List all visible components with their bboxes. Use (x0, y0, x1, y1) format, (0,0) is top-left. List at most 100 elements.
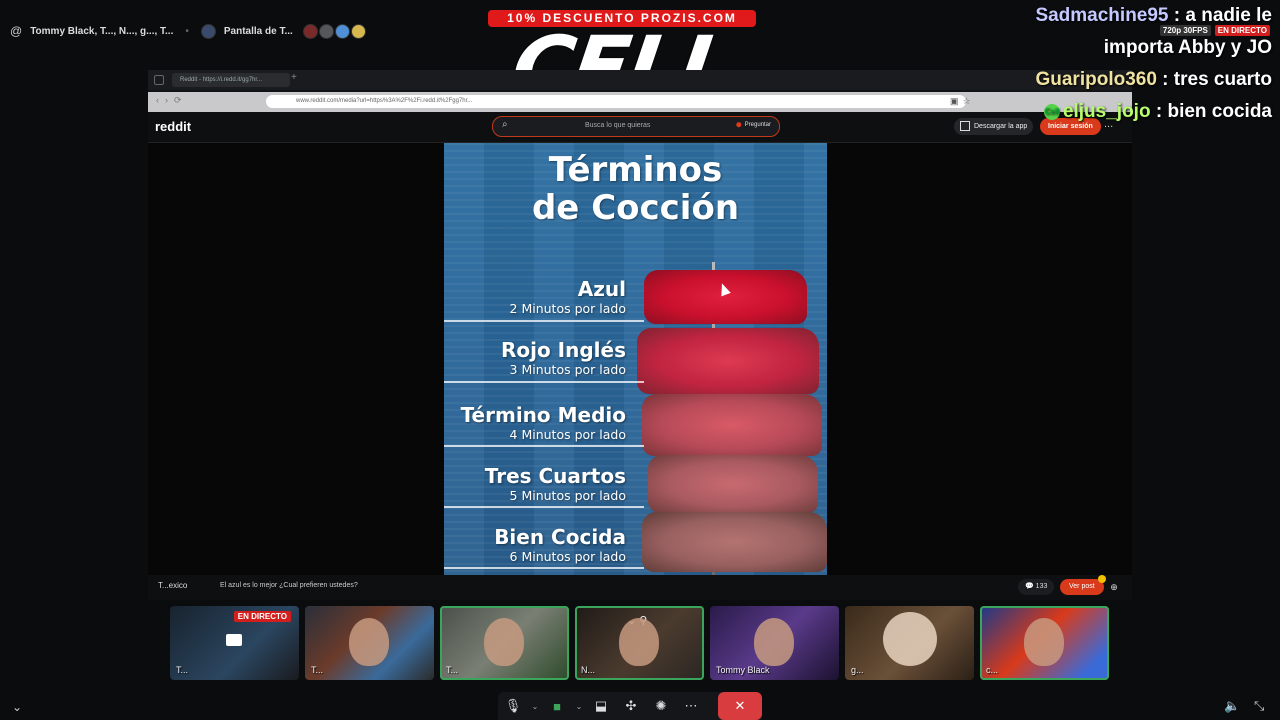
term-time: 6 Minutos por lado (509, 549, 626, 564)
mic-options-chevron-icon[interactable]: ⌄ (528, 692, 542, 720)
comments-count: 133 (1035, 583, 1048, 590)
stream-label[interactable]: Pantalla de T... (224, 26, 293, 37)
participant-tile[interactable]: ⌄ ⚲ N... (575, 606, 704, 680)
term-time: 5 Minutos por lado (509, 488, 626, 503)
participant-name: c... (986, 665, 999, 675)
steak-rojo-ingles (637, 328, 819, 394)
steak-azul (644, 270, 807, 324)
participant-tile[interactable]: T... (440, 606, 569, 680)
leave-call-button[interactable]: ✕ (718, 692, 762, 720)
participant-tile[interactable]: T... (305, 606, 434, 680)
chat-username: Sadmachine95 (1035, 5, 1169, 26)
screen-share-icon[interactable]: ⬓ (586, 692, 616, 720)
chat-username: eljus_jojo (1062, 101, 1151, 122)
participant-tile[interactable]: EN DIRECTO T... (170, 606, 299, 680)
exit-fullscreen-icon[interactable]: ⤡ (1254, 698, 1264, 714)
term-time: 4 Minutos por lado (509, 427, 626, 442)
divider (444, 506, 644, 508)
term-time: 3 Minutos por lado (509, 362, 626, 377)
participant-tile[interactable]: g... (845, 606, 974, 680)
participant-name: N... (581, 665, 596, 675)
live-badge: EN DIRECTO (233, 611, 291, 622)
video-feed (619, 618, 659, 666)
camera-icon[interactable]: ■ (542, 692, 572, 720)
comments-button[interactable]: 💬 133 (1018, 579, 1055, 595)
viewer-avatars[interactable] (302, 23, 366, 39)
participant-avatar (883, 612, 937, 666)
streamer-avatar (200, 23, 216, 39)
term-name: Rojo Inglés (500, 338, 626, 362)
term-time: 2 Minutos por lado (509, 301, 626, 316)
new-tab-icon[interactable]: + (291, 72, 297, 83)
microphone-icon[interactable]: 🎙 (498, 692, 528, 720)
activities-icon[interactable]: ✣ (616, 692, 646, 720)
participant-tile[interactable]: c... (980, 606, 1109, 680)
call-header: @ Tommy Black, T..., N..., g..., T... • … (0, 18, 366, 44)
more-options-icon[interactable]: ⋯ (676, 692, 706, 720)
stream-chat-overlay: Sadmachine95 : a nadie le importa Abby y… (1004, 0, 1272, 128)
video-feed (349, 618, 389, 666)
reddit-logo[interactable]: reddit (155, 119, 191, 134)
video-feed (484, 618, 524, 666)
term-bien-cocida: Bien Cocida 6 Minutos por lado (444, 525, 626, 565)
call-title[interactable]: Tommy Black, T..., N..., g..., T... (30, 26, 173, 37)
chat-text: : bien cocida (1150, 101, 1272, 122)
user-badge-icon: Cell (1043, 103, 1060, 120)
media-viewer: Términos de Cocción Azul 2 Minutos por l… (148, 143, 1132, 593)
chat-text: : a nadie le (1168, 5, 1272, 26)
chat-text: importa Abby y JO (1103, 37, 1272, 58)
participant-name: g... (851, 665, 864, 675)
address-bar[interactable]: www.reddit.com/media?url=https%3A%2F%2Fi… (266, 95, 966, 108)
browser-tab[interactable]: Reddit - https://i.redd.it/gg7hr... (172, 73, 290, 87)
ask-button[interactable]: Preguntar (736, 122, 771, 128)
browser-tab-bar: Reddit - https://i.redd.it/gg7hr... + (148, 70, 1132, 90)
steak-termino-medio (642, 394, 822, 456)
camera-options-chevron-icon[interactable]: ⌄ (572, 692, 586, 720)
quality-badge: 720p 30FPS (1159, 25, 1211, 36)
term-name: Término Medio (460, 403, 626, 427)
chevron-down-icon[interactable]: ⌄ (12, 700, 22, 714)
view-post-button[interactable]: Ver post (1060, 579, 1104, 595)
term-name: Azul (577, 277, 626, 301)
divider (444, 381, 644, 383)
screen-share-icon (226, 634, 242, 646)
zoom-icon[interactable]: ⊕ (1106, 579, 1122, 595)
divider (444, 567, 644, 569)
search-icon: ⌕ (502, 119, 508, 130)
divider (444, 445, 644, 447)
caption-user[interactable]: T...exico (158, 581, 187, 590)
notification-badge-icon (1098, 575, 1106, 583)
post-caption-bar: T...exico El azul es lo mejor ¿Cual pref… (148, 575, 1132, 600)
participant-name: T... (446, 665, 459, 675)
shared-screen: Reddit - https://i.redd.it/gg7hr... + ‹›… (148, 70, 1132, 600)
participant-tile[interactable]: Tommy Black (710, 606, 839, 680)
viewer-avatar (350, 23, 366, 39)
reddit-header: reddit ⌕ Busca lo que quieras Preguntar … (148, 112, 1132, 143)
search-placeholder: Busca lo que quieras (585, 122, 651, 129)
video-feed (754, 618, 794, 666)
caption-text: El azul es lo mejor ¿Cual prefieren uste… (220, 582, 358, 589)
stream-info: 720p 30FPS EN DIRECTO (1159, 25, 1270, 36)
at-icon: @ (10, 24, 23, 38)
nav-buttons-icon[interactable]: ‹›⟳ (156, 95, 188, 106)
search-input[interactable]: ⌕ Busca lo que quieras Preguntar (492, 116, 780, 137)
steak-poster: Términos de Cocción Azul 2 Minutos por l… (444, 143, 827, 593)
poster-title-line2: de Cocción (531, 188, 740, 228)
address-bar-area: ‹›⟳ www.reddit.com/media?url=https%3A%2F… (148, 92, 1132, 112)
viewer-avatar (318, 23, 334, 39)
term-rojo-ingles: Rojo Inglés 3 Minutos por lado (444, 338, 626, 378)
participant-name: T... (176, 665, 189, 675)
live-badge: EN DIRECTO (1214, 25, 1270, 36)
star-icon[interactable]: ▣☆ (950, 96, 975, 107)
poster-title-line1: Términos (548, 150, 723, 190)
volume-icon[interactable]: 🔈 (1224, 698, 1240, 714)
participant-name: Tommy Black (716, 665, 770, 675)
chat-text: : tres cuarto (1156, 69, 1272, 90)
video-feed (1024, 618, 1064, 666)
soundboard-icon[interactable]: ✺ (646, 692, 676, 720)
separator-dot: • (185, 25, 189, 37)
steak-tres-cuartos (648, 455, 818, 513)
term-azul: Azul 2 Minutos por lado (444, 277, 626, 317)
term-termino-medio: Término Medio 4 Minutos por lado (444, 403, 626, 443)
tab-list-icon[interactable] (154, 75, 164, 85)
